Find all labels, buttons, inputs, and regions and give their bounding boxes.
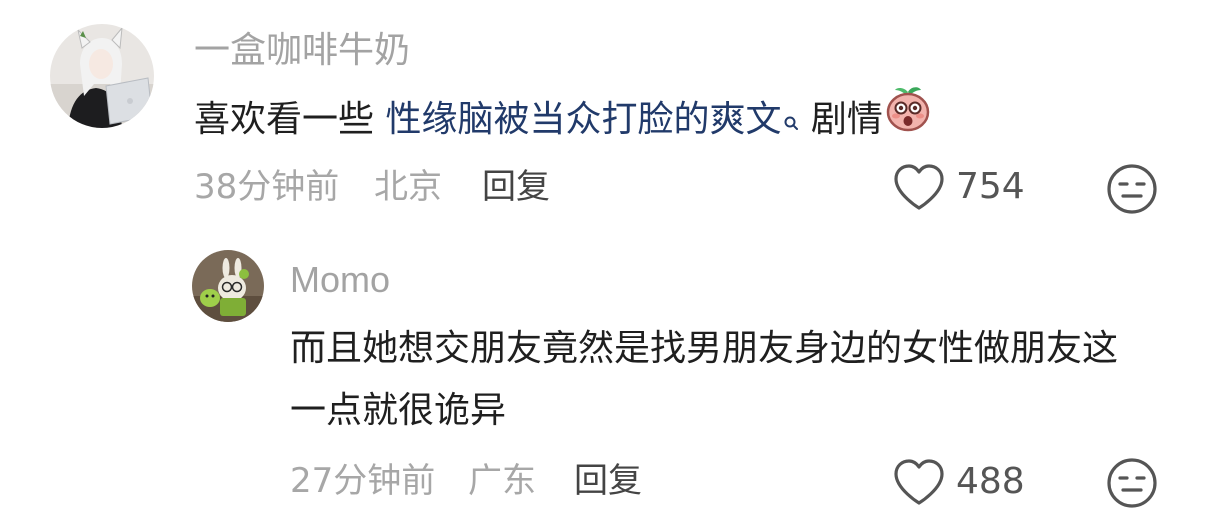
comment-location: 北京	[374, 167, 442, 207]
like-button[interactable]: 488	[892, 457, 1025, 507]
heart-outline-icon	[892, 162, 946, 212]
comment-username[interactable]: Momo	[290, 262, 390, 298]
search-icon	[783, 96, 799, 150]
avatar[interactable]	[192, 250, 264, 322]
expressionless-face-icon	[1106, 458, 1158, 513]
reply-button[interactable]: 回复	[574, 464, 642, 498]
comment-text: 而且她想交朋友竟然是找男朋友身边的女性做朋友这一点就很诡异	[290, 328, 1119, 431]
search-keyword-text: 性缘脑被当众打脸的爽文	[385, 99, 782, 140]
like-button[interactable]: 754	[892, 162, 1025, 212]
avatar[interactable]	[50, 24, 154, 128]
comment-text-prefix: 喜欢看一些	[194, 99, 386, 140]
dislike-button[interactable]	[1106, 457, 1158, 513]
comment-time: 27分钟前	[290, 461, 436, 501]
comment-username[interactable]: 一盒咖啡牛奶	[194, 33, 410, 69]
like-count: 488	[956, 461, 1025, 502]
comment-time: 38分钟前	[194, 167, 340, 207]
reply-button[interactable]: 回复	[482, 170, 550, 204]
expressionless-face-icon	[1106, 164, 1158, 219]
heart-outline-icon	[892, 457, 946, 507]
peach-surprised-emoji	[883, 84, 933, 150]
comment-location: 广东	[468, 461, 536, 501]
comment-text-suffix: 剧情	[799, 99, 883, 140]
search-keyword-link[interactable]: 性缘脑被当众打脸的爽文	[385, 99, 799, 140]
comment-text: 喜欢看一些 性缘脑被当众打脸的爽文 剧情	[194, 87, 1154, 154]
dislike-button[interactable]	[1106, 163, 1158, 219]
like-count: 754	[956, 166, 1025, 207]
